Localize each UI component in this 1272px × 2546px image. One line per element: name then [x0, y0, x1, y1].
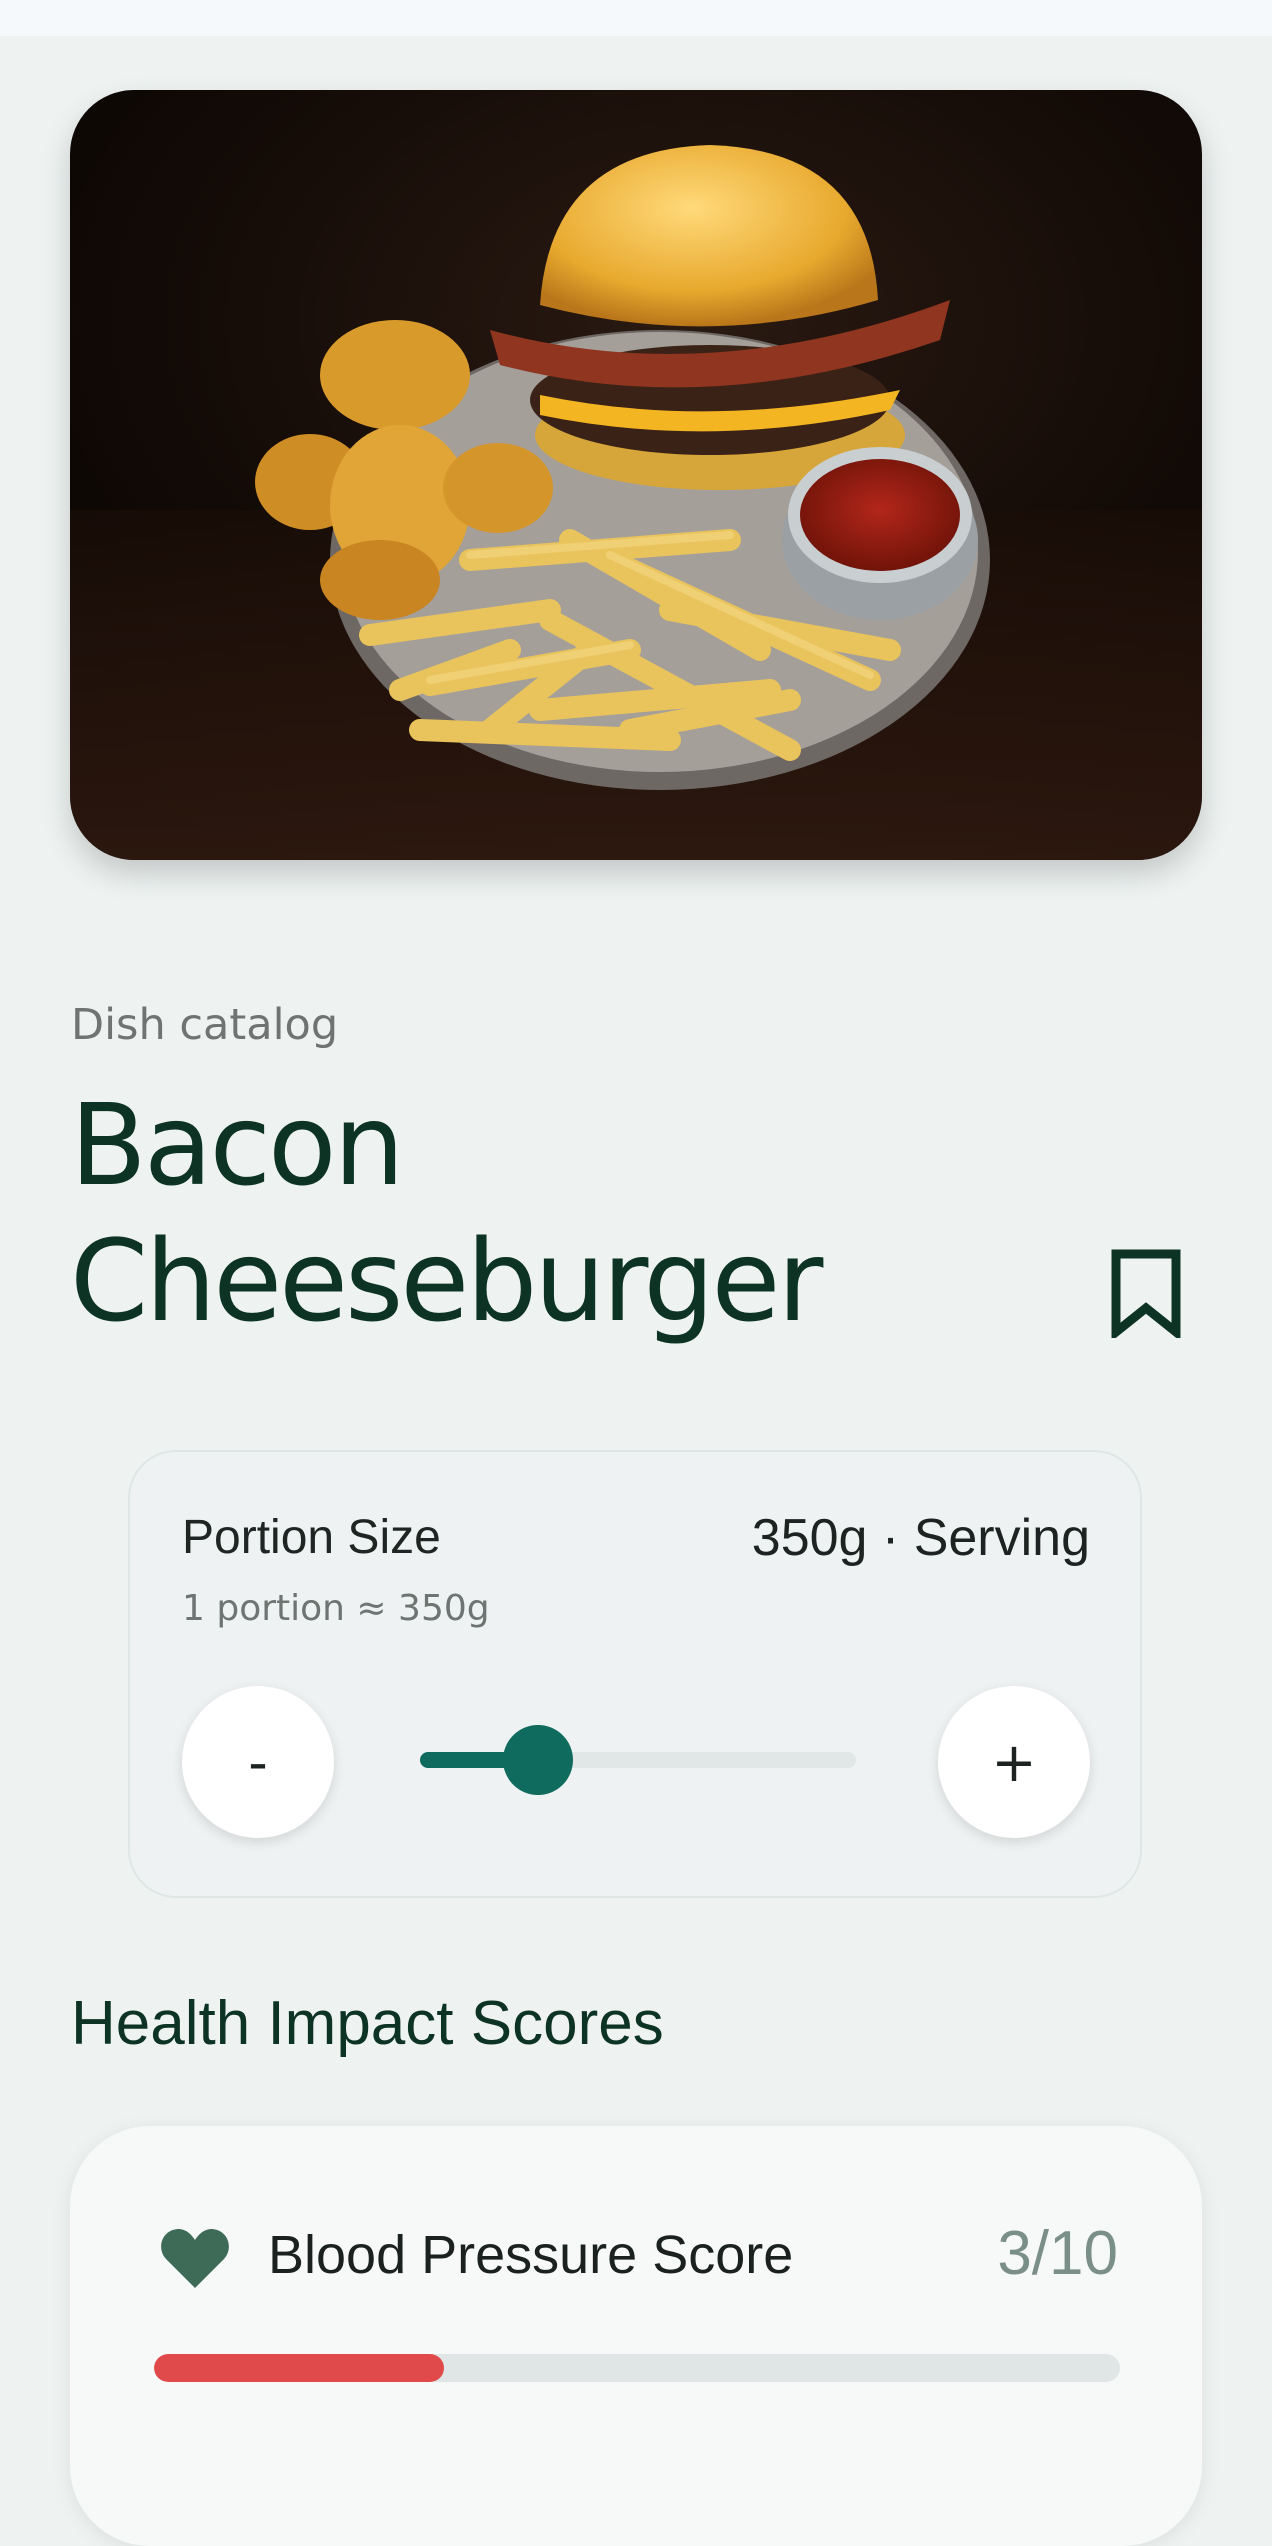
blood-pressure-score-card: Blood Pressure Score 3/10 [70, 2126, 1202, 2546]
increase-portion-button[interactable]: + [938, 1686, 1090, 1838]
portion-card: Portion Size 350g · Serving 1 portion ≈ … [128, 1450, 1142, 1898]
portion-subtitle: 1 portion ≈ 350g [182, 1588, 490, 1629]
dish-photo [70, 90, 1202, 860]
score-progress-bar [154, 2354, 1120, 2382]
status-bar [0, 0, 1272, 36]
slider-thumb[interactable] [502, 1725, 573, 1795]
score-progress-fill [154, 2354, 444, 2382]
portion-title: Portion Size [182, 1511, 441, 1564]
decrease-portion-button[interactable]: - [182, 1686, 334, 1838]
portion-slider[interactable] [420, 1725, 856, 1795]
dish-title: Bacon Cheeseburger [70, 1081, 823, 1347]
score-label: Blood Pressure Score [268, 2225, 794, 2285]
catalog-label: Dish catalog [71, 1000, 339, 1050]
score-value: 3/10 [997, 2219, 1118, 2288]
portion-value: 350g · Serving [751, 1509, 1090, 1567]
bookmark-icon[interactable] [1108, 1248, 1184, 1342]
heart-icon [160, 2226, 230, 2290]
health-scores-heading: Health Impact Scores [71, 1989, 664, 2058]
